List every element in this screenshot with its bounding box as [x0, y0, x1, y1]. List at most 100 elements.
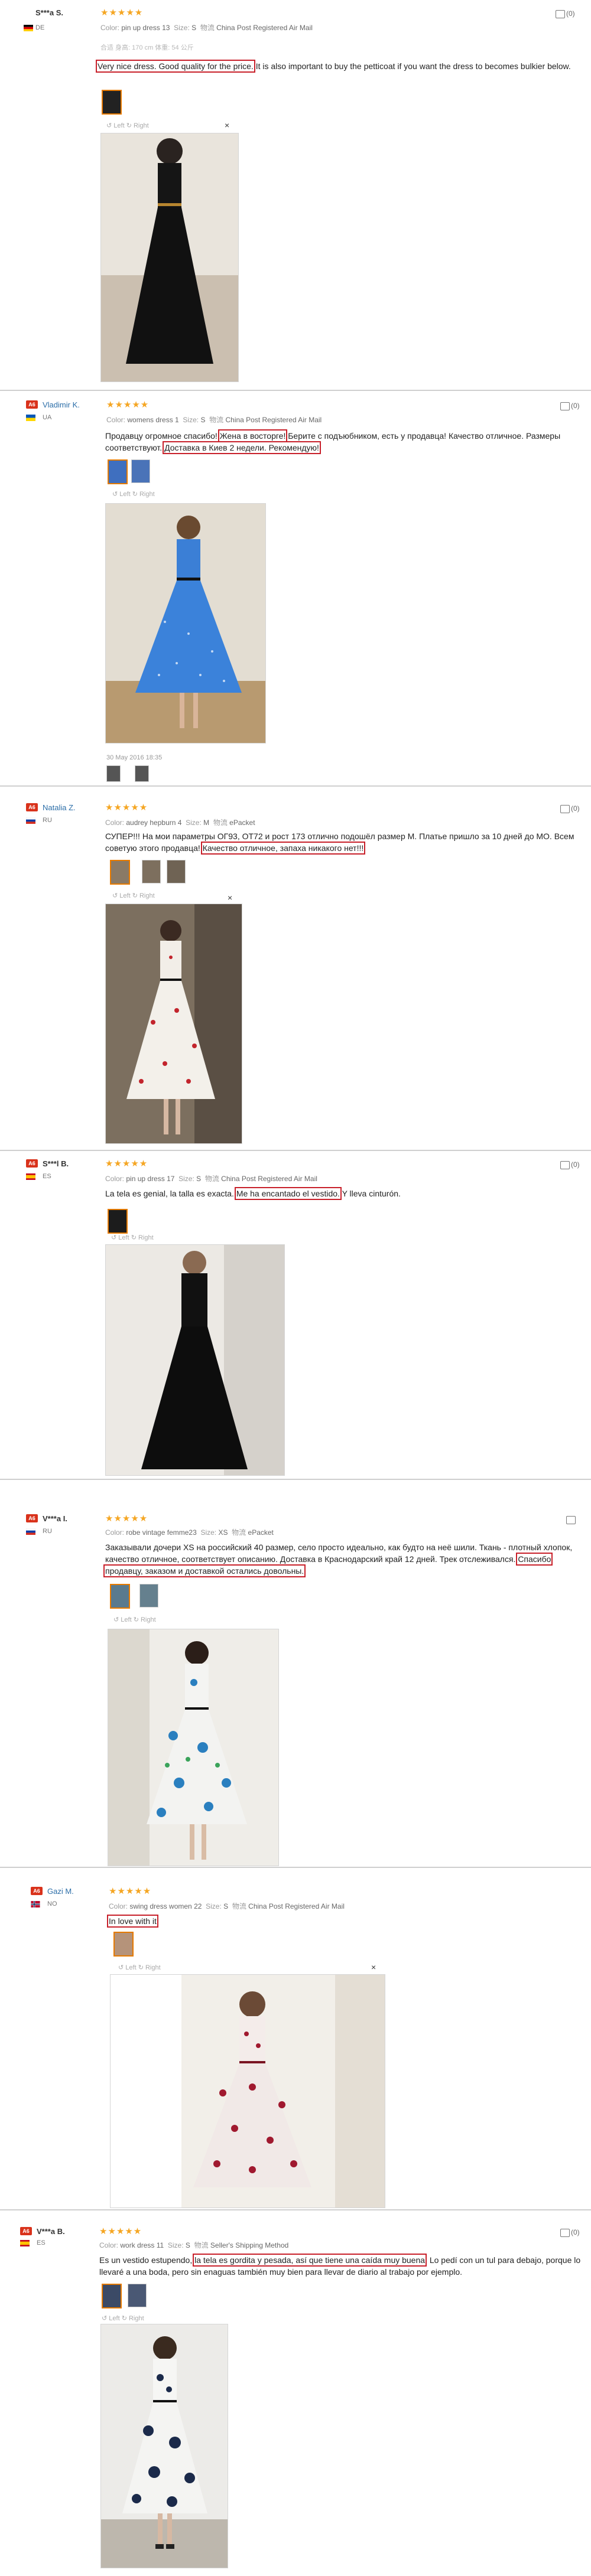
helpful-button[interactable] — [566, 1515, 577, 1524]
review-card: A6 V***a I. RU ★★★★★ Color: robe vintage… — [0, 1480, 591, 1867]
review-photo — [105, 503, 266, 744]
helpful-button[interactable]: (0) — [556, 9, 575, 18]
thumbs-up-icon — [560, 1160, 570, 1169]
helpful-button[interactable]: (0) — [560, 2228, 580, 2237]
photo-thumbnail[interactable] — [108, 1209, 128, 1234]
reviewer-name[interactable]: V***a B. — [37, 2227, 65, 2236]
review-card: A6 Natalia Z. RU ★★★★★ (0) Color: audrey… — [0, 787, 591, 1150]
reviewer-country: NO — [47, 1900, 57, 1907]
highlighted-phrase: Very nice dress. Good quality for the pr… — [96, 60, 255, 73]
review-text: Продавцу огромное спасибо! Жена в востор… — [105, 429, 561, 454]
rotate-controls[interactable]: ↺ Left ↻ Right — [112, 490, 155, 498]
flag-no-icon — [31, 1901, 40, 1907]
reviewer-country: RU — [43, 817, 52, 824]
avatar-badge: A6 — [31, 1887, 43, 1895]
thumbs-up-icon — [560, 2228, 570, 2237]
flag-es-icon — [20, 2240, 30, 2246]
highlighted-phrase: Доставка в Киев 2 недели. Рекомендую! — [163, 441, 321, 454]
flag-de-icon — [24, 25, 33, 31]
reviewer-name[interactable]: S***l B. — [43, 1159, 69, 1168]
order-info: Color: pin up dress 13 Size: S 物流 China … — [100, 24, 313, 32]
review-photo — [105, 904, 242, 1144]
rotate-controls[interactable]: ↺ Left ↻ Right — [106, 122, 149, 129]
helpful-count: (0) — [571, 2228, 580, 2236]
photo-thumbnail[interactable] — [102, 2284, 122, 2308]
close-icon[interactable]: × — [371, 1962, 376, 1972]
review-card: A6 Gazi M. NO ★★★★★ Color: swing dress w… — [0, 1868, 591, 2209]
review-photo — [108, 1629, 279, 1866]
avatar-badge: A6 — [26, 803, 38, 811]
highlighted-phrase: Жена в восторге! — [217, 429, 288, 442]
photo-thumbnail[interactable] — [142, 860, 161, 883]
rating-stars: ★★★★★ — [105, 1159, 148, 1169]
avatar-badge: A6 — [26, 400, 38, 409]
rotate-controls[interactable]: ↺ Left ↻ Right — [111, 1234, 154, 1241]
reply-thumbnail[interactable] — [135, 765, 149, 782]
thumbs-up-icon — [566, 1515, 576, 1524]
order-info: Color: pin up dress 17 Size: S 物流 China … — [105, 1175, 317, 1183]
rating-stars: ★★★★★ — [105, 1514, 148, 1524]
close-icon[interactable]: × — [225, 120, 229, 130]
helpful-count: (0) — [571, 804, 580, 813]
helpful-button[interactable]: (0) — [560, 402, 580, 410]
rating-stars: ★★★★★ — [99, 2226, 142, 2236]
photo-thumbnail[interactable] — [167, 860, 186, 883]
review-text: Very nice dress. Good quality for the pr… — [96, 60, 571, 73]
thumbs-up-icon — [560, 402, 570, 410]
avatar-badge: A6 — [20, 2227, 32, 2235]
reply-thumbnail[interactable] — [106, 765, 121, 782]
flag-ru-icon — [26, 817, 35, 824]
reviewer-country: UA — [43, 414, 52, 421]
photo-thumbnail[interactable] — [128, 2284, 147, 2307]
order-info: Color: swing dress women 22 Size: S 物流 C… — [109, 1902, 345, 1910]
review-photo — [105, 1244, 285, 1476]
thumbs-up-icon — [560, 804, 570, 813]
review-text: In love with it — [107, 1915, 582, 1928]
photo-thumbnail[interactable] — [131, 459, 150, 483]
rating-stars: ★★★★★ — [100, 8, 144, 18]
rotate-controls[interactable]: ↺ Left ↻ Right — [113, 1616, 156, 1623]
reviewer-name[interactable]: S***a S. — [35, 8, 63, 17]
order-info: Color: audrey hepburn 4 Size: M 物流 ePack… — [105, 819, 255, 827]
photo-thumbnail[interactable] — [113, 1932, 134, 1957]
rotate-controls[interactable]: ↺ Left ↻ Right — [112, 892, 155, 899]
helpful-button[interactable]: (0) — [560, 804, 580, 813]
rotate-controls[interactable]: ↺ Left ↻ Right — [102, 2314, 144, 2322]
highlighted-phrase: Качество отличное, запаха никакого нет!!… — [200, 842, 366, 855]
review-photo — [100, 133, 239, 382]
highlighted-phrase: Me ha encantado el vestido. — [234, 1187, 342, 1200]
order-info: Color: womens dress 1 Size: S 物流 China P… — [106, 416, 322, 424]
helpful-count: (0) — [571, 1160, 580, 1169]
reviewer-name[interactable]: V***a I. — [43, 1514, 67, 1523]
review-text: СУПЕР!!! На мои параметры ОГ93, ОТ72 и р… — [105, 832, 574, 855]
helpful-count: (0) — [566, 9, 575, 18]
reviewer-country: ES — [37, 2239, 46, 2246]
review-card: A6 V***a B. ES ★★★★★ (0) Color: work dre… — [0, 2210, 591, 2576]
photo-thumbnail[interactable] — [102, 90, 122, 115]
thumbs-up-icon — [556, 9, 565, 18]
flag-ua-icon — [26, 415, 35, 421]
order-info: Color: robe vintage femme23 Size: XS 物流 … — [105, 1528, 274, 1537]
highlighted-phrase: In love with it — [107, 1915, 158, 1928]
photo-thumbnail[interactable] — [110, 860, 130, 885]
photo-thumbnail[interactable] — [108, 459, 128, 484]
reviewer-name[interactable]: Natalia Z. — [43, 803, 76, 812]
reviewer-name[interactable]: Vladimir K. — [43, 400, 80, 409]
review-photo — [110, 1974, 385, 2208]
helpful-count: (0) — [571, 402, 580, 410]
reviewer-name[interactable]: Gazi M. — [47, 1887, 74, 1896]
reviewer-country: ES — [43, 1173, 51, 1180]
photo-thumbnail[interactable] — [139, 1584, 158, 1607]
review-card: S***a S. DE ★★★★★ (0) Color: pin up dres… — [0, 0, 591, 390]
helpful-button[interactable]: (0) — [560, 1160, 580, 1169]
fit-info: 合适 身高: 170 cm 体重: 54 公斤 — [100, 44, 194, 51]
flag-ru-icon — [26, 1528, 35, 1535]
review-text: Заказывали дочери XS на российский 40 ра… — [103, 1543, 573, 1577]
review-card: A6 Vladimir K. UA ★★★★★ (0) Color: women… — [0, 391, 591, 785]
rotate-controls[interactable]: ↺ Left ↻ Right — [118, 1964, 161, 1971]
reviewer-country: DE — [35, 24, 45, 31]
rating-stars: ★★★★★ — [109, 1886, 152, 1896]
photo-thumbnail[interactable] — [110, 1584, 130, 1609]
review-photo — [100, 2324, 228, 2568]
close-icon[interactable]: × — [228, 893, 232, 902]
